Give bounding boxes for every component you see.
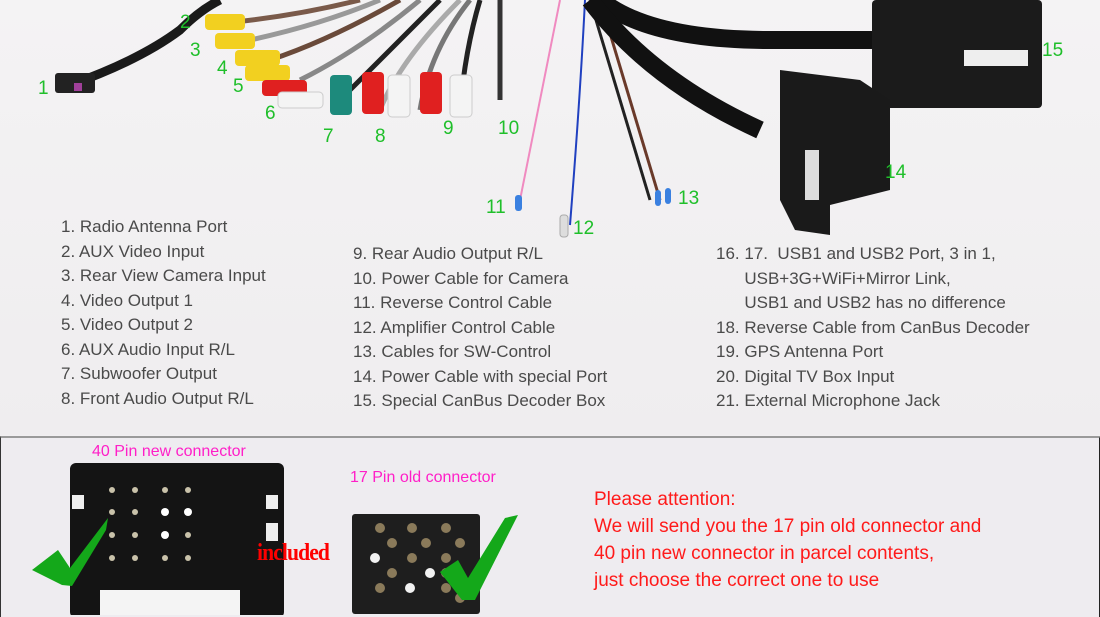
- legend-item: 3. Rear View Camera Input: [61, 266, 266, 285]
- legend-item: 12. Amplifier Control Cable: [353, 317, 556, 337]
- label-10: 10: [498, 118, 520, 139]
- wiring-harness-photo: 1 2 3 4 5 6 7 8 9 10 11 12 13 14 15 1. R…: [0, 0, 1100, 435]
- legend-item: 18. Reverse Cable from CanBus Decoder: [716, 317, 1030, 337]
- legend-item: 11. Reverse Control Cable: [353, 293, 553, 312]
- legend-item: 14. Power Cable with special Port: [353, 366, 608, 386]
- legend-column-1: 1. Radio Antenna Port 2. AUX Video Input…: [61, 215, 266, 411]
- label-11: 11: [486, 197, 506, 218]
- legend-item: USB1 and USB2 has no difference: [716, 293, 1006, 312]
- legend-column-2: 9. Rear Audio Output R/L 10. Power Cable…: [353, 242, 607, 414]
- label-3: 3: [190, 40, 201, 61]
- connectors-illustration: [32, 463, 518, 615]
- attention-line: 40 pin new connector in parcel contents,: [594, 543, 935, 564]
- label-8: 8: [375, 126, 386, 147]
- label-5: 5: [233, 76, 244, 97]
- legend-item: USB+3G+WiFi+Mirror Link,: [716, 268, 951, 288]
- label-14: 14: [885, 162, 907, 183]
- label-13: 13: [678, 188, 700, 209]
- label-1: 1: [38, 78, 49, 99]
- label-4: 4: [217, 58, 228, 79]
- legend-item: 19. GPS Antenna Port: [716, 342, 884, 361]
- legend-column-3: 16. 17. USB1 and USB2 Port, 3 in 1, USB+…: [716, 242, 1030, 414]
- attention-notice: Please attention: We will send you the 1…: [594, 486, 981, 594]
- power-cable-connector: [780, 70, 890, 235]
- legend-item: 10. Power Cable for Camera: [353, 268, 569, 288]
- legend-item: 6. AUX Audio Input R/L: [61, 339, 235, 359]
- label-12: 12: [573, 218, 595, 239]
- legend-item: 16. 17. USB1 and USB2 Port, 3 in 1,: [716, 244, 996, 263]
- label-9: 9: [443, 118, 454, 139]
- legend-item: 5. Video Output 2: [61, 315, 194, 334]
- label-2: 2: [180, 12, 191, 33]
- legend-item: 15. Special CanBus Decoder Box: [353, 391, 606, 410]
- legend-item: 4. Video Output 1: [61, 290, 194, 310]
- legend-item: 21. External Microphone Jack: [716, 391, 940, 410]
- label-7: 7: [323, 126, 334, 147]
- new-connector-title: 40 Pin new connector: [92, 443, 246, 460]
- label-6: 6: [265, 103, 276, 124]
- included-label: included: [257, 540, 330, 566]
- legend-item: 7. Subwoofer Output: [61, 364, 217, 383]
- legend-item: 20. Digital TV Box Input: [716, 366, 895, 386]
- legend-item: 2. AUX Video Input: [61, 241, 205, 261]
- legend-item: 1. Radio Antenna Port: [61, 217, 228, 236]
- label-15: 15: [1042, 40, 1064, 61]
- attention-line: just choose the correct one to use: [594, 570, 880, 591]
- legend-item: 13. Cables for SW-Control: [353, 342, 552, 361]
- attention-heading: Please attention:: [594, 489, 736, 510]
- 17-pin-connector: [352, 514, 480, 614]
- legend-item: 9. Rear Audio Output R/L: [353, 244, 543, 263]
- attention-line: We will send you the 17 pin old connecto…: [594, 516, 982, 537]
- 40-pin-connector: [70, 463, 284, 615]
- legend-item: 8. Front Audio Output R/L: [61, 388, 254, 408]
